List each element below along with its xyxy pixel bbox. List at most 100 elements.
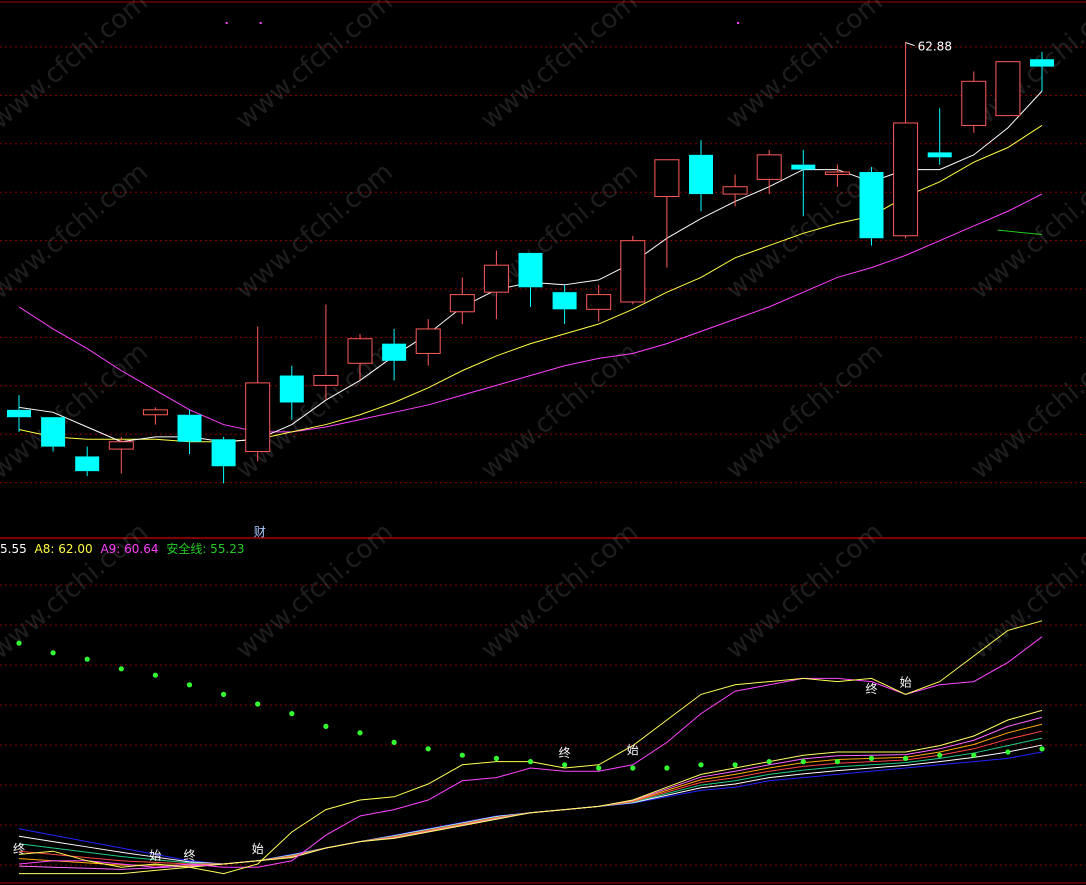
candle-body-down [75,456,100,472]
candle-body-up [142,409,168,416]
watermark-text: www.cfchi.com [475,0,644,135]
watermark-text: www.cfchi.com [230,157,399,305]
watermark-text: www.cfchi.com [0,0,154,135]
candlestick [927,108,952,165]
indicator-dot [527,759,534,765]
indicator-dot [937,752,943,758]
watermark-layer: www.cfchi.com www.cfchi.com www.cfchi.com w… [0,0,1086,665]
watermark-text: www.cfchi.com [720,0,889,135]
indicator-dot [664,765,670,771]
watermark-text: www.cfchi.com [475,337,644,485]
candle-body-down [41,417,66,447]
candle-body-down [518,252,543,288]
top-tick-marker [259,22,262,24]
candle-body-up [108,441,134,450]
indicator-dot [971,752,977,758]
legend-value-a9: A9: 60.64 [100,542,159,556]
high-price-label: 62.88 [918,40,952,54]
signal-label: 终 [865,681,877,696]
indicator-dot [630,765,636,771]
indicator-dot [903,755,909,762]
stock-chart: www.cfchi.com www.cfchi.com www.cfchi.com w… [0,0,1086,884]
watermark-text: www.cfchi.com [230,0,399,135]
candle-body-down [279,375,304,403]
watermark-text: www.cfchi.com [0,157,154,305]
candlestick [893,42,919,239]
indicator-dot [596,765,602,771]
signal-label: 始 [252,842,264,856]
candlestick [415,319,441,366]
signal-label: 始 [627,743,639,757]
candlestick [620,235,646,305]
indicator-dot [834,759,841,765]
candlestick [518,252,543,307]
candle-body-up [620,240,646,303]
signal-label: 始 [900,676,912,690]
annotations: 62.88 财 [225,22,952,539]
watermark-text: www.cfchi.com [230,517,399,665]
signal-label: 终 [183,847,195,862]
candlestick [41,417,66,452]
indicator-dot [186,682,193,688]
signal-label: 始 [149,848,161,862]
candle-body-down [177,414,202,442]
top-tick-marker [737,22,740,24]
candle-body-up [756,154,782,180]
watermark-text: www.cfchi.com [475,517,644,665]
indicator-legend: 5.55 A8: 62.00 A9: 60.64 安全线: 55.23 [0,540,249,557]
candle-body-up [722,186,748,195]
candlestick [245,326,271,462]
candlestick [756,149,782,195]
candlestick [722,174,748,207]
candlestick [586,284,612,322]
indicator-dot [698,762,704,768]
candlestick [995,61,1021,117]
candlestick [689,140,713,212]
signal-label: 终 [559,745,571,760]
candle-body-up [654,159,680,198]
watermark-text: www.cfchi.com [720,337,889,485]
candle-body-up [415,328,441,354]
candle-body-up [483,264,509,293]
event-marker-cai: 财 [254,525,266,539]
candle-body-up [347,338,373,364]
candlestick [177,409,202,454]
candle-body-down [859,172,884,239]
candle-body-down [211,439,236,467]
signal-label: 终 [13,841,25,856]
indicator-dot [425,746,431,752]
candle-body-down [791,164,816,170]
ma-magenta-line [18,193,1043,433]
candle-body-down [552,292,577,310]
candlestick [654,159,680,268]
indicator-dot [1039,746,1045,752]
candle-body-up [824,171,850,175]
candlestick [142,407,168,425]
watermark-text: www.cfchi.com [965,337,1086,485]
indicator-dot [289,711,295,717]
legend-value-a8: A8: 62.00 [34,542,93,556]
watermark-text: www.cfchi.com [720,517,889,665]
candle-body-down [382,343,407,361]
candle-body-down [7,409,31,418]
ribbon-line [18,751,1043,865]
candlestick [211,436,236,484]
candlestick [552,284,577,325]
candlestick [313,304,339,401]
candlestick [382,328,407,381]
candlestick [961,71,987,133]
indicator-dot [152,672,158,678]
indicator-dot [50,650,56,656]
candle-body-up [449,294,475,313]
ribbon-line [18,730,1043,865]
indicator-dot [323,723,329,730]
ribbon-line [19,709,1043,875]
indicator-panel: 终始终始终 始终始 [13,620,1045,875]
indicator-dot [459,752,465,758]
watermark-text: www.cfchi.com [965,517,1086,665]
top-tick-marker [225,22,228,24]
candle-body-up [893,122,919,237]
indicator-dot [766,759,772,765]
candle-body-down [927,152,952,158]
candle-body-up [961,80,987,126]
